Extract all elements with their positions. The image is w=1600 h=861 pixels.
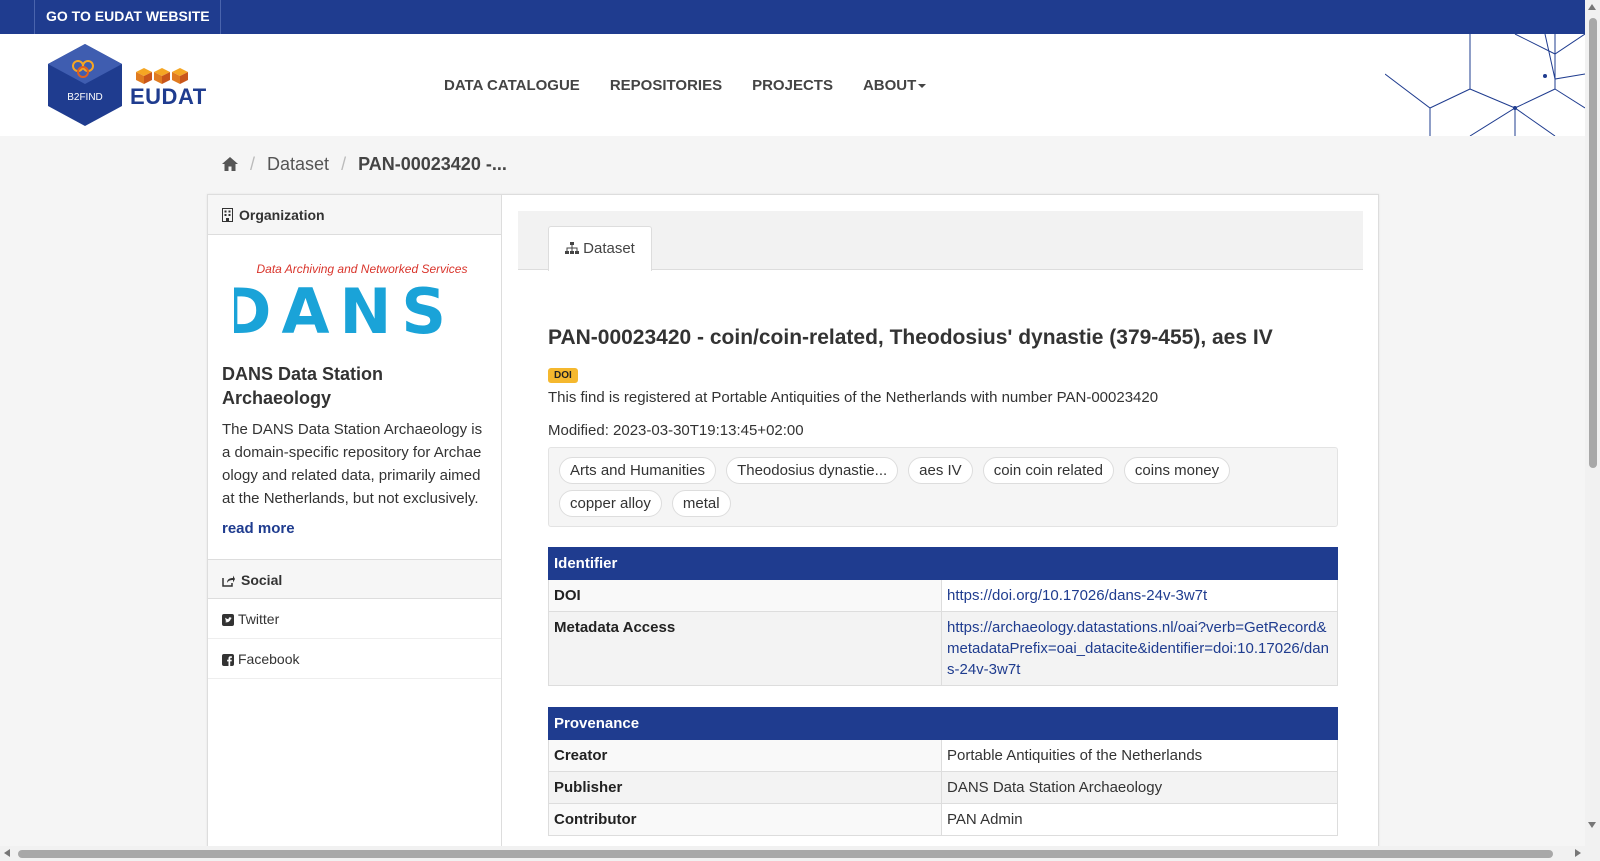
facebook-icon (222, 654, 234, 666)
nav-repositories[interactable]: REPOSITORIES (610, 77, 722, 94)
home-icon[interactable] (222, 157, 238, 171)
scroll-up-icon[interactable] (1588, 4, 1596, 10)
horizontal-scrollbar[interactable] (0, 846, 1585, 861)
table-key: Publisher (548, 771, 942, 804)
tab-dataset-label: Dataset (583, 240, 635, 257)
dataset-modified: Modified: 2023-03-30T19:13:45+02:00 (548, 422, 804, 439)
scrollbar-corner (1585, 846, 1600, 861)
tag-item[interactable]: aes IV (908, 457, 973, 484)
nav-projects[interactable]: PROJECTS (752, 77, 833, 94)
org-description: The DANS Data Station Archaeology is a d… (222, 421, 483, 507)
eudat-website-link[interactable]: GO TO EUDAT WEBSITE (34, 0, 221, 34)
tag-item[interactable]: coin coin related (982, 457, 1114, 484)
breadcrumb-separator: / (341, 153, 347, 174)
table-row: Creator Portable Antiquities of the Neth… (548, 739, 1338, 772)
table-value: https://doi.org/10.17026/dans-24v-3w7t (941, 579, 1338, 612)
org-title: DANS Data Station Archaeology (222, 364, 384, 408)
twitter-icon (222, 614, 234, 626)
main-nav: DATA CATALOGUE REPOSITORIES PROJECTS ABO… (444, 34, 956, 136)
read-more-link[interactable]: read more (222, 520, 487, 537)
tag-item[interactable]: coins money (1123, 457, 1231, 484)
tag-list: Arts and Humanities Theodosius dynastie.… (548, 447, 1338, 527)
table-value: Portable Antiquities of the Netherlands (941, 739, 1338, 772)
main-wrapper: Organization Data Archiving and Networke… (207, 194, 1379, 861)
social-heading-label: Social (241, 572, 283, 588)
social-facebook[interactable]: Facebook (208, 639, 501, 679)
identifier-heading: Identifier (548, 547, 1338, 580)
provenance-table: Provenance Creator Portable Antiquities … (548, 707, 1338, 836)
table-key: Creator (548, 739, 942, 772)
share-icon (222, 575, 235, 587)
dans-logo[interactable]: Data Archiving and Networked Services DA… (220, 261, 474, 348)
tab-dataset[interactable]: Dataset (548, 226, 652, 271)
table-row: Publisher DANS Data Station Archaeology (548, 771, 1338, 804)
scroll-down-icon[interactable] (1588, 822, 1596, 828)
hexagon-decoration (1385, 34, 1585, 136)
nav-about[interactable]: ABOUT (862, 76, 927, 94)
table-row: Contributor PAN Admin (548, 803, 1338, 836)
eudat-logo-text: EUDAT (130, 84, 207, 109)
scroll-right-icon[interactable] (1575, 849, 1581, 857)
table-row: DOI https://doi.org/10.17026/dans-24v-3w… (548, 579, 1338, 612)
social-twitter-label: Twitter (238, 611, 280, 627)
doi-link[interactable]: https://doi.org/10.17026/dans-24v-3w7t (947, 587, 1207, 604)
table-key: DOI (548, 579, 942, 612)
horizontal-scroll-thumb[interactable] (18, 850, 1553, 858)
table-row: Metadata Access https://archaeology.data… (548, 611, 1338, 686)
dataset-content: Dataset PAN-00023420 - coin/coin-related… (518, 211, 1363, 836)
identifier-table: Identifier DOI https://doi.org/10.17026/… (548, 547, 1338, 686)
tag-item[interactable]: Theodosius dynastie... (726, 457, 899, 484)
table-key: Metadata Access (548, 611, 942, 686)
table-value: PAN Admin (941, 803, 1338, 836)
doi-badge: DOI (548, 368, 578, 383)
sidebar: Organization Data Archiving and Networke… (208, 195, 502, 861)
provenance-heading: Provenance (548, 707, 1338, 740)
tag-item[interactable]: metal (671, 490, 731, 517)
breadcrumb-current: PAN-00023420 -... (358, 153, 507, 174)
b2find-logo[interactable]: B2FIND (48, 44, 122, 126)
dataset-notes: This find is registered at Portable Anti… (548, 389, 1159, 406)
vertical-scrollbar[interactable] (1585, 0, 1600, 846)
table-key: Contributor (548, 803, 942, 836)
dataset-title: PAN-00023420 - coin/coin-related, Theodo… (548, 326, 1273, 349)
site-header: B2FIND EUDAT DATA CATALOGUE REPOSITORIES… (0, 34, 1585, 136)
table-value: https://archaeology.datastations.nl/oai?… (941, 611, 1338, 686)
tag-item[interactable]: copper alloy (559, 490, 662, 517)
b2find-logo-text: B2FIND (67, 92, 103, 103)
social-heading: Social (208, 559, 501, 599)
nav-about-label: ABOUT (862, 76, 917, 94)
building-icon (222, 208, 233, 222)
tag-item[interactable]: Arts and Humanities (559, 457, 717, 484)
vertical-scroll-thumb[interactable] (1589, 18, 1597, 468)
breadcrumb-dataset[interactable]: Dataset (267, 154, 329, 175)
dans-logo-tagline: Data Archiving and Networked Services (257, 262, 468, 276)
top-bar: GO TO EUDAT WEBSITE (0, 0, 1585, 34)
scroll-left-icon[interactable] (4, 849, 10, 857)
dans-logo-text: DANS (234, 275, 456, 337)
metadata-access-link[interactable]: https://archaeology.datastations.nl/oai?… (947, 619, 1329, 678)
table-value: DANS Data Station Archaeology (941, 771, 1338, 804)
caret-down-icon (918, 83, 927, 88)
organization-heading-label: Organization (239, 207, 325, 223)
nav-data-catalogue[interactable]: DATA CATALOGUE (444, 77, 580, 94)
breadcrumb-separator: / (250, 153, 256, 174)
tab-bar: Dataset (518, 211, 1363, 271)
breadcrumb: / Dataset / PAN-00023420 -... (222, 148, 507, 180)
social-facebook-label: Facebook (238, 651, 300, 667)
sitemap-icon (565, 242, 580, 254)
social-twitter[interactable]: Twitter (208, 599, 501, 639)
organization-heading: Organization (208, 195, 501, 235)
